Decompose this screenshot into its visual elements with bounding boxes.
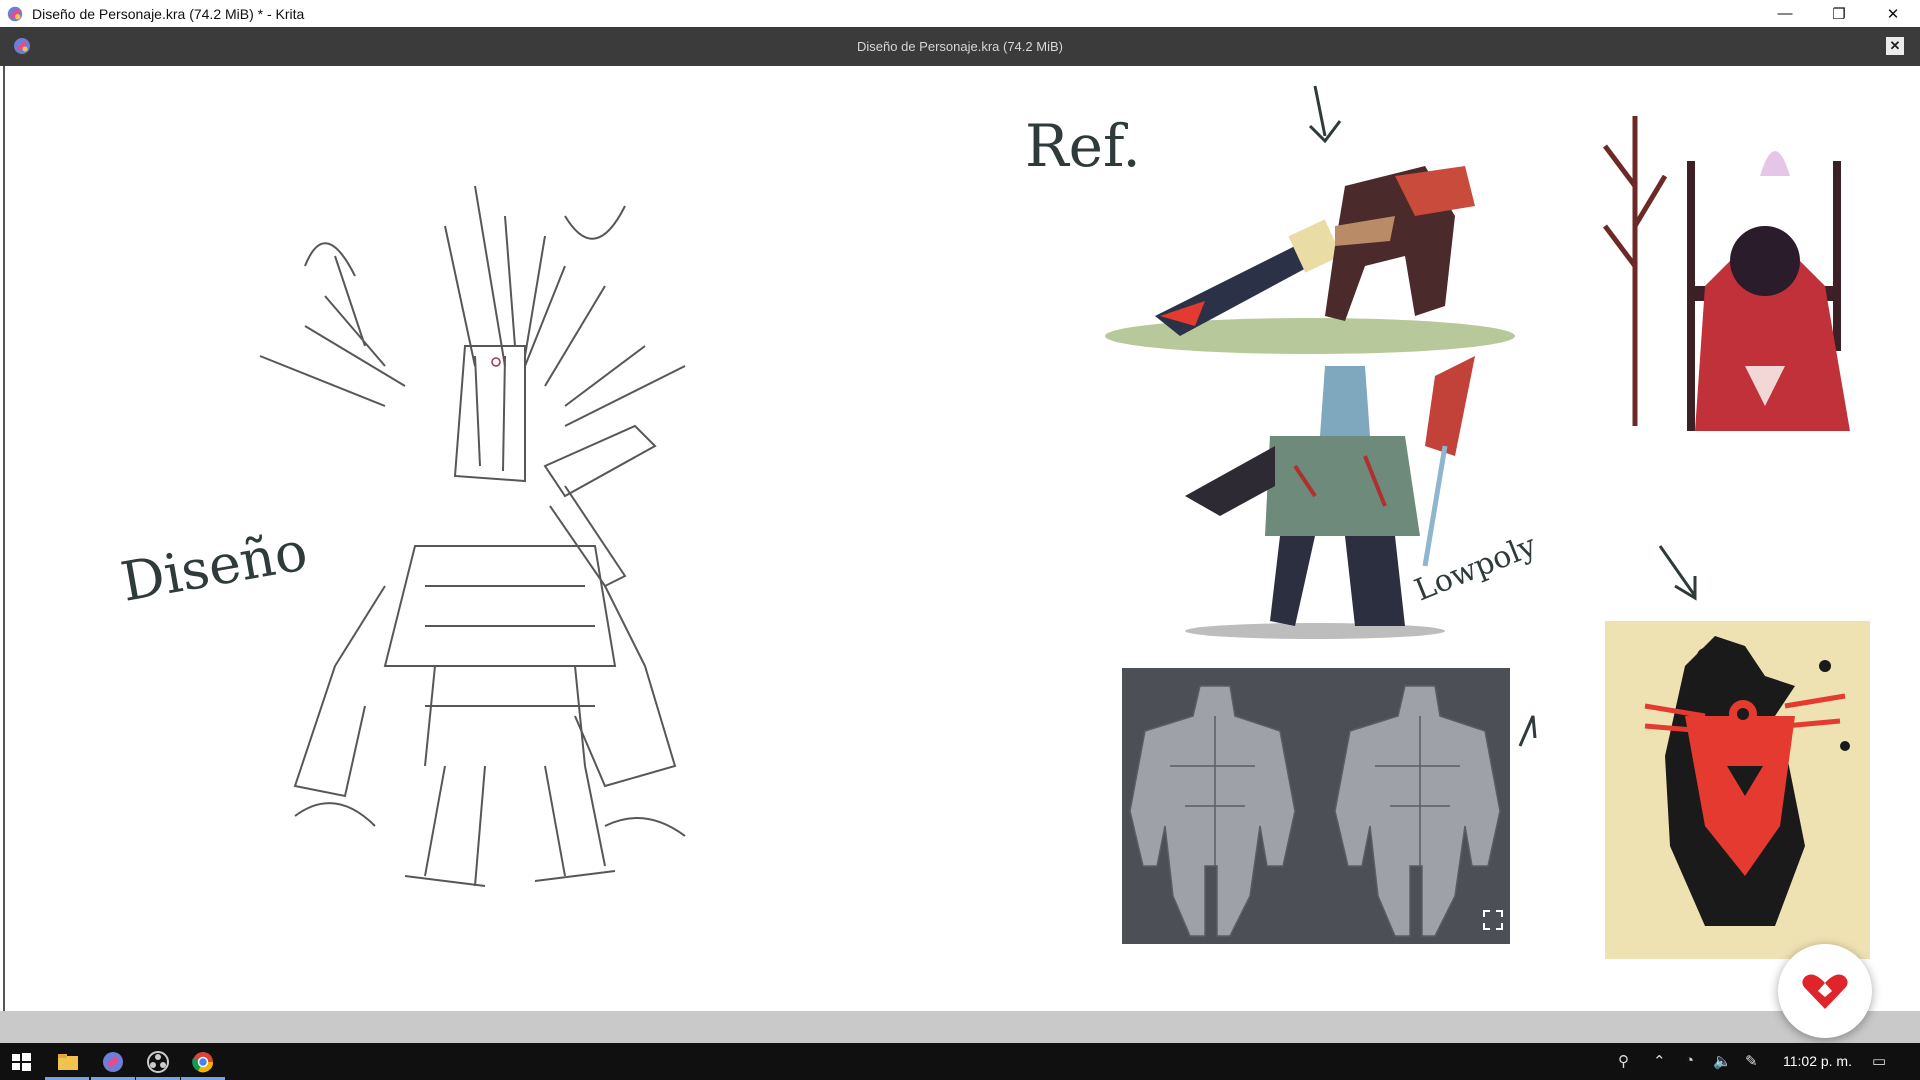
minimize-button[interactable]: — (1758, 0, 1812, 27)
pen-icon[interactable]: ✎ (1745, 1052, 1758, 1070)
reference-sword-warrior (1105, 166, 1515, 354)
document-header: Diseño de Personaje.kra (74.2 MiB) ✕ (0, 27, 1920, 66)
chrome-icon[interactable] (190, 1049, 216, 1075)
krita-icon[interactable] (100, 1049, 126, 1075)
status-bar (0, 1011, 1920, 1043)
arrow-down-icon (1308, 85, 1342, 144)
window-titlebar: Diseño de Personaje.kra (74.2 MiB) * - K… (0, 0, 1920, 28)
krita-doc-icon (14, 38, 30, 54)
taskbar: ⚲ ⌃ ◔ 🔈 ✎ 11:02 p. m. ▭ (0, 1043, 1920, 1080)
notification-icon[interactable]: ▭ (1872, 1052, 1886, 1070)
heart-icon (1802, 974, 1848, 1009)
krita-app-icon (7, 6, 23, 21)
people-icon[interactable]: ⚲ (1618, 1052, 1629, 1070)
obs-icon[interactable] (145, 1049, 171, 1075)
reference-poster-creature (1605, 621, 1870, 959)
arrow-up-icon (1518, 715, 1537, 747)
arrow-down-right-icon (1658, 545, 1697, 601)
file-explorer-icon[interactable] (55, 1049, 81, 1075)
character-sketch (259, 185, 686, 887)
chevron-up-icon[interactable]: ⌃ (1653, 1052, 1666, 1070)
canvas-artwork: Diseño Ref. Lowpoly (116, 85, 1870, 959)
reference-lowpoly-model (1122, 668, 1510, 944)
brush-cursor (491, 357, 501, 367)
maximize-button[interactable]: ❐ (1812, 0, 1866, 27)
network-icon[interactable]: ◔ (1685, 1052, 1694, 1069)
windows-start-icon[interactable] (8, 1049, 34, 1075)
drawing-canvas[interactable]: Diseño Ref. Lowpoly (3, 66, 1920, 1011)
label-diseno: Diseño (116, 519, 312, 614)
volume-icon[interactable]: 🔈 (1713, 1052, 1732, 1070)
reference-red-figure (1603, 116, 1850, 431)
document-close-button[interactable]: ✕ (1886, 37, 1904, 55)
floating-heart-button[interactable] (1778, 944, 1872, 1038)
close-button[interactable]: ✕ (1866, 0, 1920, 27)
document-title: Diseño de Personaje.kra (74.2 MiB) (857, 39, 1063, 54)
label-ref: Ref. (1025, 112, 1141, 180)
taskbar-clock[interactable]: 11:02 p. m. (1783, 1053, 1852, 1069)
window-title: Diseño de Personaje.kra (74.2 MiB) * - K… (32, 5, 305, 22)
